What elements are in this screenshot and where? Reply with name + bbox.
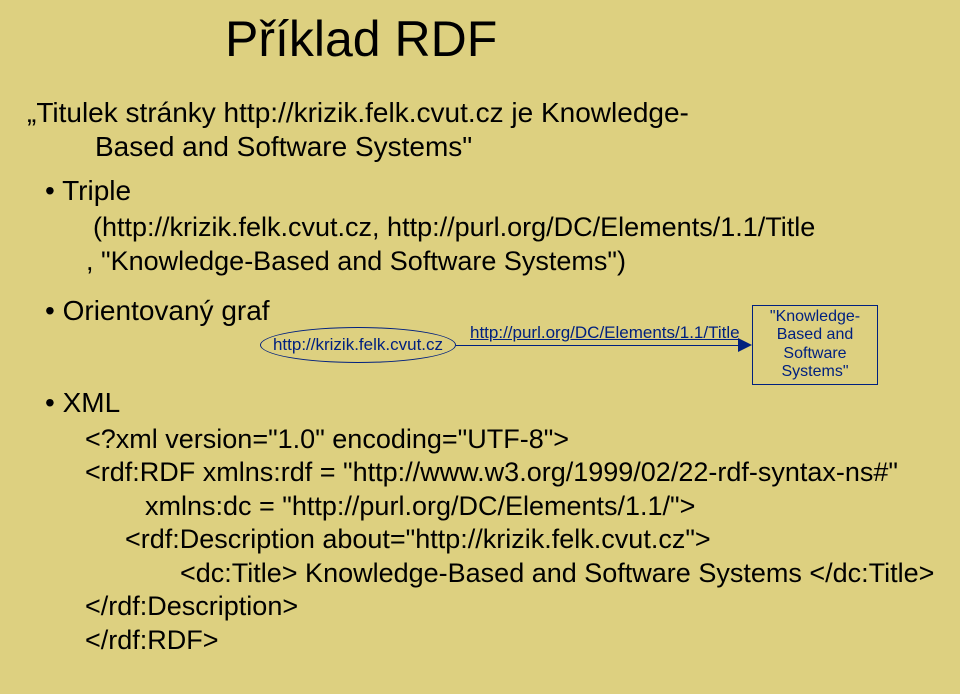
graph-subject-node: http://krizik.felk.cvut.cz bbox=[260, 327, 456, 363]
statement-block: „Titulek stránky http://krizik.felk.cvut… bbox=[45, 96, 940, 163]
xml-line-6: </rdf:Description> bbox=[85, 590, 940, 623]
graph-row: Orientovaný graf http://krizik.felk.cvut… bbox=[45, 295, 940, 419]
graph-edge-line bbox=[456, 345, 741, 347]
xml-line-2: <rdf:RDF xmlns:rdf = "http://www.w3.org/… bbox=[85, 456, 940, 489]
graph-edge-arrow-icon bbox=[738, 338, 752, 352]
statement-line1: „Titulek stránky http://krizik.felk.cvut… bbox=[27, 96, 940, 130]
triple-detail: (http://krizik.felk.cvut.cz, http://purl… bbox=[93, 211, 940, 279]
graph-predicate-label: http://purl.org/DC/Elements/1.1/Title bbox=[470, 323, 740, 343]
xml-line-7: </rdf:RDF> bbox=[85, 624, 940, 657]
graph-object-node: "Knowledge-Based and Software Systems" bbox=[752, 305, 878, 385]
xml-line-1: <?xml version="1.0" encoding="UTF-8"> bbox=[85, 423, 940, 456]
xml-line-5: <dc:Title> Knowledge-Based and Software … bbox=[180, 557, 940, 590]
slide: Příklad RDF „Titulek stránky http://kriz… bbox=[0, 0, 960, 657]
bullet-list: Triple bbox=[45, 175, 940, 207]
rdf-graph-diagram: http://krizik.felk.cvut.cz http://purl.o… bbox=[260, 325, 960, 397]
statement-line2: Based and Software Systems" bbox=[95, 130, 940, 164]
xml-line-4: <rdf:Description about="http://krizik.fe… bbox=[125, 523, 940, 556]
slide-title: Příklad RDF bbox=[225, 10, 940, 68]
triple-line2: , "Knowledge-Based and Software Systems"… bbox=[86, 245, 940, 279]
bullet-triple: Triple bbox=[45, 175, 940, 207]
xml-line-3: xmlns:dc = "http://purl.org/DC/Elements/… bbox=[145, 490, 940, 523]
triple-line1: (http://krizik.felk.cvut.cz, http://purl… bbox=[93, 211, 940, 245]
